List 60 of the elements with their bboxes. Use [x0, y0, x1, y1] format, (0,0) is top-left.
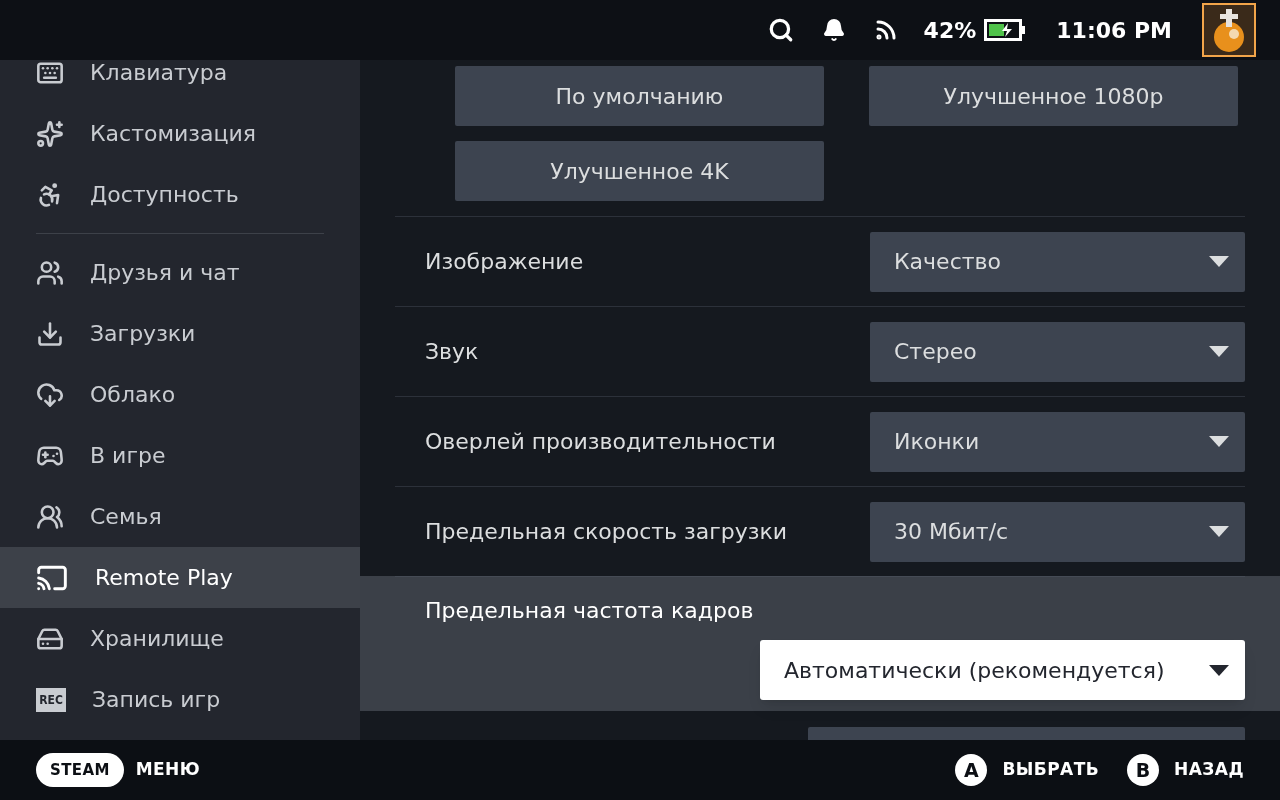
hint-label: ВЫБРАТЬ	[1002, 758, 1100, 782]
sidebar-item[interactable]: Хранилище	[0, 608, 360, 669]
setting-label: Предельная скорость загрузки	[425, 518, 788, 546]
sidebar-item[interactable]: Друзья и чат	[0, 242, 360, 303]
sidebar-item[interactable]: Клавиатура	[0, 60, 360, 103]
sidebar-item[interactable]: Семья	[0, 486, 360, 547]
sidebar-label: Клавиатура	[90, 60, 228, 87]
sidebar-label: Remote Play	[95, 564, 233, 592]
sidebar-item[interactable]: Remote Play	[0, 547, 360, 608]
hint-label: НАЗАД	[1174, 758, 1244, 782]
dropdown[interactable]: Стерео	[870, 321, 1245, 382]
steam-button[interactable]: STEAM	[36, 753, 124, 787]
dropdown[interactable]: Качество	[870, 231, 1245, 292]
setting-label: Оверлей производительности	[425, 428, 776, 456]
sidebar-label: Хранилище	[90, 625, 224, 653]
menu-label: МЕНЮ	[135, 758, 201, 782]
sidebar-item[interactable]: В игре	[0, 425, 360, 486]
setting-label: Звук	[425, 338, 479, 366]
setting-label: Изображение	[425, 248, 584, 276]
preset-button[interactable]: Улучшенное 1080p	[869, 66, 1238, 126]
caret-icon	[1209, 664, 1229, 676]
notification-icon[interactable]	[821, 18, 846, 42]
caret-icon	[1209, 256, 1229, 267]
caret-icon	[1209, 346, 1229, 357]
dropdown[interactable]: Автоматически (рекомендуется)	[760, 640, 1245, 700]
dropdown[interactable]: Иконки	[870, 411, 1245, 472]
dropdown[interactable]: 30 Мбит/с	[870, 501, 1245, 562]
sidebar-label: Облако	[90, 381, 176, 409]
clock: 11:06 PM	[1056, 16, 1172, 45]
people-icon	[36, 258, 64, 287]
battery-icon	[984, 19, 1027, 41]
sidebar-item[interactable]: REC Запись игр	[0, 669, 360, 730]
sidebar-label: Загрузки	[90, 320, 196, 348]
sidebar-item[interactable]: Загрузки	[0, 303, 360, 364]
sidebar-label: Кастомизация	[90, 120, 257, 148]
avatar[interactable]	[1202, 3, 1256, 57]
sidebar-label: Друзья и чат	[90, 259, 240, 287]
cloud-icon	[36, 380, 64, 409]
search-icon[interactable]	[767, 17, 794, 43]
sparkles-icon	[36, 119, 64, 148]
sidebar-label: Запись игр	[92, 686, 221, 714]
family-icon	[36, 502, 64, 531]
sidebar-item[interactable]: Кастомизация	[0, 103, 360, 164]
battery-percent: 42%	[923, 16, 977, 45]
preset-button[interactable]: Улучшенное 4K	[455, 141, 824, 201]
controller-button-icon: B	[1127, 754, 1160, 786]
sidebar-label: В игре	[90, 442, 166, 470]
keyboard-icon	[36, 60, 64, 87]
caret-icon	[1209, 436, 1229, 447]
sidebar-item[interactable]: Облако	[0, 364, 360, 425]
preset-button[interactable]: По умолчанию	[455, 66, 824, 126]
sidebar-label: Доступность	[90, 181, 239, 209]
setting-row[interactable]: Предельная частота кадров Автоматически (рекомендуется)	[360, 576, 1280, 711]
setting-label: Предельная частота кадров	[425, 597, 755, 625]
download-icon	[36, 319, 64, 348]
rec-icon: REC	[36, 687, 66, 712]
sidebar-item[interactable]: Доступность	[0, 164, 360, 225]
sidebar-label: Семья	[90, 503, 162, 531]
controller-button-icon: A	[955, 754, 988, 786]
caret-icon	[1209, 526, 1229, 537]
